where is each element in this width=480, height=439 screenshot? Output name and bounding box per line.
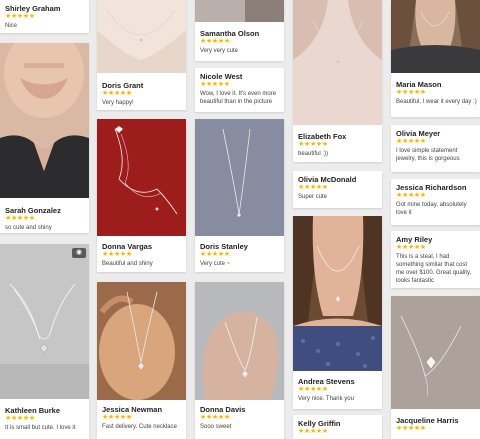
review-photo[interactable] bbox=[293, 216, 382, 371]
reviewer-name: Elizabeth Fox bbox=[298, 132, 347, 141]
reviewer-name: Donna Davis bbox=[200, 405, 246, 414]
star-rating: ★★★★★ bbox=[200, 81, 230, 88]
review-text: Very happy! bbox=[102, 100, 134, 106]
review-photo[interactable] bbox=[391, 296, 480, 409]
review-photo[interactable] bbox=[97, 0, 186, 73]
reviewer-name: Jessica Richardson bbox=[396, 183, 467, 192]
review-text: It is small but cute. I love it bbox=[5, 425, 76, 431]
star-rating: ★★★★★ bbox=[200, 38, 230, 45]
star-rating: ★★★★★ bbox=[298, 184, 328, 191]
reviewer-name: Andrea Stevens bbox=[298, 377, 355, 386]
review-card-nicole[interactable]: Nicole West ★★★★★ Wow, I love it. It's e… bbox=[195, 68, 284, 112]
review-photo[interactable] bbox=[97, 282, 186, 400]
review-photo[interactable] bbox=[195, 119, 284, 236]
review-text: Wow, I love it. It's even more beautiful… bbox=[200, 91, 277, 105]
review-photo[interactable] bbox=[97, 119, 186, 236]
review-text: beautiful :)) bbox=[298, 151, 329, 157]
review-card-donna-davis[interactable]: Donna Davis ★★★★★ Sooo sweet bbox=[195, 282, 284, 439]
review-photo[interactable]: ◉ bbox=[0, 244, 89, 399]
review-photo[interactable] bbox=[0, 43, 89, 198]
reviewer-name: Kathleen Burke bbox=[5, 406, 61, 415]
star-rating: ★★★★★ bbox=[102, 251, 132, 258]
camera-icon: ◉ bbox=[72, 248, 86, 258]
star-rating: ★★★★★ bbox=[5, 215, 35, 222]
review-text: This is a steal, I had something similar… bbox=[396, 254, 472, 284]
review-card-andrea[interactable]: Andrea Stevens ★★★★★ Very nice. Thank yo… bbox=[293, 216, 382, 409]
review-photo[interactable] bbox=[195, 282, 284, 400]
star-rating: ★★★★★ bbox=[396, 425, 426, 432]
star-rating: ★★★★★ bbox=[298, 386, 328, 393]
review-text: Beautiful and shiny bbox=[102, 261, 153, 267]
reviewer-name: Donna Vargas bbox=[102, 242, 153, 251]
star-rating: ★★★★★ bbox=[396, 192, 426, 199]
review-text: Very cute ~ bbox=[200, 261, 231, 267]
star-rating: ★★★★★ bbox=[102, 414, 132, 421]
review-text: Got mine today, absolutely love it bbox=[396, 202, 467, 216]
reviewer-name: Sarah Gonzalez bbox=[5, 206, 61, 215]
star-rating: ★★★★★ bbox=[200, 251, 230, 258]
review-text: Super cute bbox=[298, 194, 328, 200]
star-rating: ★★★★★ bbox=[396, 244, 426, 251]
review-card-sarah[interactable]: Sarah Gonzalez ★★★★★ so cute and shiny bbox=[0, 43, 89, 233]
review-text: Very very cute bbox=[200, 48, 239, 54]
star-rating: ★★★★★ bbox=[298, 428, 328, 435]
review-card-jessica-richardson[interactable]: Jessica Richardson ★★★★★ Got mine today,… bbox=[391, 179, 480, 225]
review-card-doris-grant[interactable]: Doris Grant ★★★★★ Very happy! bbox=[97, 0, 186, 110]
star-rating: ★★★★★ bbox=[5, 415, 35, 422]
reviewer-name: Olivia Meyer bbox=[396, 129, 441, 138]
review-text: Nice bbox=[5, 23, 18, 29]
review-card-olivia-mcdonald[interactable]: Olivia McDonald ★★★★★ Super cute bbox=[293, 171, 382, 208]
reviewer-name: Kelly Griffin bbox=[298, 419, 341, 428]
reviewer-name: Nicole West bbox=[200, 72, 243, 81]
review-card-donna-vargas[interactable]: Donna Vargas ★★★★★ Beautiful and shiny bbox=[97, 119, 186, 272]
star-rating: ★★★★★ bbox=[200, 414, 230, 421]
review-text: so cute and shiny bbox=[5, 225, 52, 231]
reviewer-name: Jessica Newman bbox=[102, 405, 163, 414]
review-text: Sooo sweet bbox=[200, 424, 232, 430]
review-card-maria[interactable]: Maria Mason ★★★★★ Beautiful, I wear it e… bbox=[391, 0, 480, 117]
review-text: Fast delivery. Cute necklace bbox=[102, 424, 177, 430]
review-photo[interactable] bbox=[195, 0, 284, 22]
reviewer-name: Shirley Graham bbox=[5, 4, 61, 13]
star-rating: ★★★★★ bbox=[102, 90, 132, 97]
review-photo[interactable] bbox=[391, 0, 480, 73]
reviewer-name: Olivia McDonald bbox=[298, 175, 357, 184]
reviewer-name: Jacqueline Harris bbox=[396, 416, 459, 425]
star-rating: ★★★★★ bbox=[298, 141, 328, 148]
reviewer-name: Doris Stanley bbox=[200, 242, 248, 251]
star-rating: ★★★★★ bbox=[5, 13, 35, 20]
reviewer-name: Maria Mason bbox=[396, 80, 442, 89]
review-card-shirley[interactable]: Shirley Graham ★★★★★ Nice bbox=[0, 0, 89, 33]
review-card-jacqueline[interactable]: Jacqueline Harris ★★★★★ bbox=[391, 296, 480, 439]
reviewer-name: Doris Grant bbox=[102, 81, 144, 90]
star-rating: ★★★★★ bbox=[396, 89, 426, 96]
review-card-jessica-newman[interactable]: Jessica Newman ★★★★★ Fast delivery. Cute… bbox=[97, 282, 186, 439]
reviewer-name: Samantha Olson bbox=[200, 29, 260, 38]
star-rating: ★★★★★ bbox=[396, 138, 426, 145]
review-text: I love simple statement jewelry, this is… bbox=[396, 148, 460, 162]
review-card-samantha[interactable]: Samantha Olson ★★★★★ Very very cute bbox=[195, 0, 284, 61]
review-card-doris-stanley[interactable]: Doris Stanley ★★★★★ Very cute ~ bbox=[195, 119, 284, 272]
review-photo[interactable] bbox=[293, 0, 382, 125]
review-card-elizabeth[interactable]: Elizabeth Fox ★★★★★ beautiful :)) bbox=[293, 0, 382, 162]
review-card-kelly[interactable]: Kelly Griffin ★★★★★ bbox=[293, 415, 382, 439]
review-card-olivia-meyer[interactable]: Olivia Meyer ★★★★★ I love simple stateme… bbox=[391, 125, 480, 172]
review-text: Beautiful, I wear it every day :) bbox=[396, 99, 477, 105]
review-text: Very nice. Thank you bbox=[298, 396, 354, 402]
review-card-amy[interactable]: Amy Riley ★★★★★ This is a steal, I had s… bbox=[391, 231, 480, 288]
reviewer-name: Amy Riley bbox=[396, 235, 433, 244]
review-card-kathleen[interactable]: ◉ Kathleen Burke ★★★★★ It is small but c… bbox=[0, 244, 89, 439]
